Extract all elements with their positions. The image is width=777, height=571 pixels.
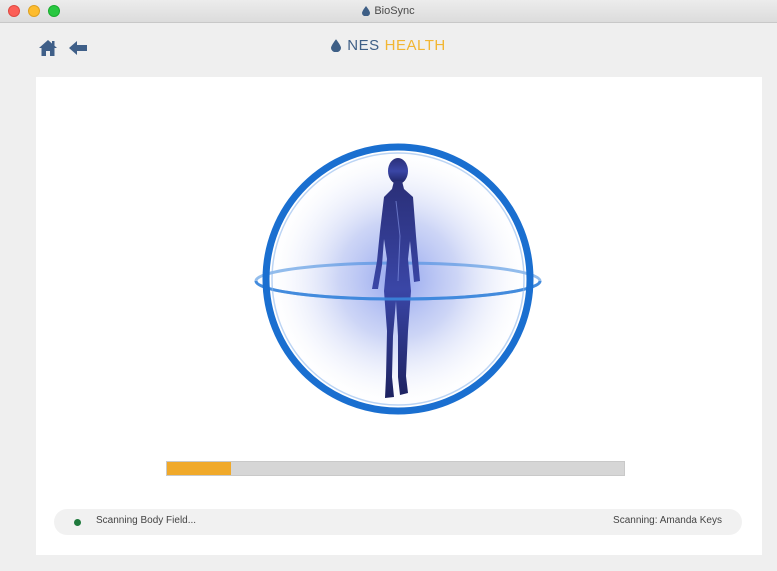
scan-progress-fill: [167, 462, 231, 475]
body-field-sphere: [254, 143, 542, 415]
window-title-text: BioSync: [374, 5, 415, 17]
scan-subject-label: Scanning: Amanda Keys: [613, 515, 722, 526]
water-drop-icon: [362, 6, 371, 16]
toolbar: NES HEALTH: [0, 23, 777, 75]
scan-status-text: Scanning Body Field...: [96, 515, 197, 526]
brand-logo: NES HEALTH: [0, 37, 777, 54]
scan-progress-bar: [166, 461, 625, 476]
scan-panel: Scanning Body Field... Scanning: Amanda …: [36, 77, 762, 555]
app-window: BioSync NES HEALTH Scanning Body Field..…: [0, 0, 777, 571]
brand-health: HEALTH: [384, 37, 446, 54]
window-title: BioSync: [0, 0, 777, 22]
status-indicator-dot: [74, 519, 81, 526]
title-bar: BioSync: [0, 0, 777, 23]
brand-nes: NES: [347, 37, 380, 54]
status-bar: Scanning Body Field... Scanning: Amanda …: [54, 509, 742, 535]
water-drop-icon: [331, 39, 342, 52]
